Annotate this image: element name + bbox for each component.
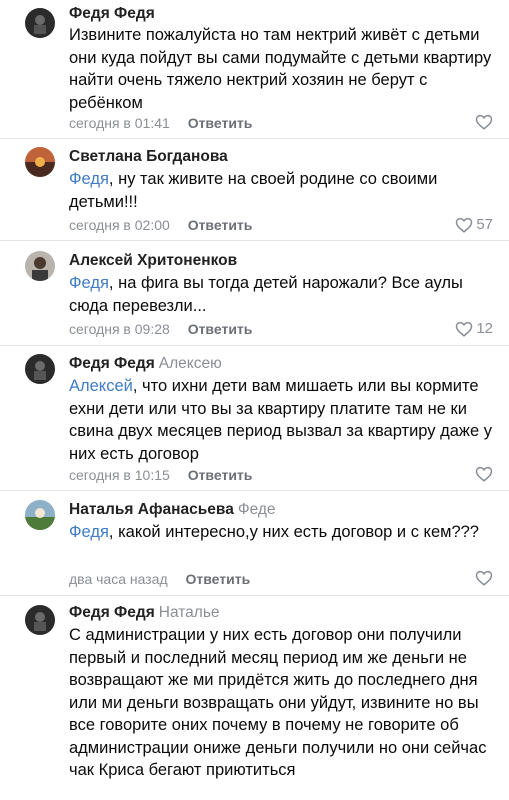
comment-author[interactable]: Алексей Хритоненков: [69, 251, 237, 271]
like-button[interactable]: 57: [455, 216, 493, 234]
reply-to-label[interactable]: Алексею: [159, 355, 222, 372]
like-button[interactable]: 12: [455, 320, 493, 338]
reply-to-label[interactable]: Наталье: [159, 604, 220, 621]
author-name[interactable]: Алексей Хритоненков: [69, 252, 237, 269]
heart-outline-icon: [456, 217, 473, 233]
separator: [0, 595, 509, 596]
reply-button[interactable]: Ответить: [188, 217, 253, 233]
comment-time: сегодня в 09:28: [69, 321, 170, 337]
like-button[interactable]: [475, 466, 493, 482]
comment-author[interactable]: Светлана Богданова: [69, 147, 228, 167]
comment-text: Федя, на фига вы тогда детей нарожали? В…: [69, 272, 497, 317]
comment-text: Федя, какой интересно,у них есть договор…: [69, 521, 497, 544]
comment-author[interactable]: Наталья Афанасьева Феде: [69, 500, 276, 520]
author-name[interactable]: Федя Федя: [69, 355, 155, 372]
author-name[interactable]: Светлана Богданова: [69, 148, 228, 165]
like-count: 12: [476, 320, 493, 337]
avatar[interactable]: [25, 251, 55, 281]
comment-time: сегодня в 10:15: [69, 467, 170, 483]
heart-outline-icon: [475, 114, 493, 130]
heart-outline-icon: [475, 570, 493, 586]
like-button[interactable]: [475, 114, 493, 130]
like-button[interactable]: [475, 570, 493, 586]
comment-meta: сегодня в 10:15 Ответить: [69, 466, 252, 484]
reply-button[interactable]: Ответить: [188, 115, 253, 131]
comment-text: Федя, ну так живите на своей родине со с…: [69, 168, 497, 213]
comment-text: Алексей, что ихни дети вам мишаеть или в…: [69, 375, 497, 465]
reply-button[interactable]: Ответить: [188, 467, 253, 483]
mention-link[interactable]: Федя: [69, 274, 109, 292]
avatar[interactable]: [25, 147, 55, 177]
separator: [0, 345, 509, 346]
comment-time: два часа назад: [69, 571, 168, 587]
mention-link[interactable]: Федя: [69, 170, 109, 188]
comment-meta: сегодня в 09:28 Ответить: [69, 320, 252, 338]
comment-time: сегодня в 01:41: [69, 115, 170, 131]
comment-body: Извините пожалуйста но там нектрий живёт…: [69, 26, 492, 112]
comment-meta: сегодня в 01:41 Ответить: [69, 114, 252, 132]
like-count: 57: [476, 216, 493, 233]
comment-time: сегодня в 02:00: [69, 217, 170, 233]
separator: [0, 240, 509, 241]
heart-outline-icon: [456, 321, 473, 337]
avatar[interactable]: [25, 8, 55, 38]
comment-author[interactable]: Федя Федя Наталье: [69, 603, 220, 623]
comment-meta: два часа назад Ответить: [69, 570, 250, 588]
comment-body: , какой интересно,у них есть договор и с…: [108, 523, 479, 541]
comment-body: , что ихни дети вам мишаеть или вы корми…: [69, 377, 492, 463]
comment-meta: сегодня в 02:00 Ответить: [69, 216, 252, 234]
author-name[interactable]: Наталья Афанасьева: [69, 501, 234, 518]
comment-author[interactable]: Федя Федя Алексею: [69, 354, 222, 374]
author-name[interactable]: Федя Федя: [69, 5, 155, 22]
mention-link[interactable]: Алексей: [69, 377, 133, 395]
comment-text: Извините пожалуйста но там нектрий живёт…: [69, 24, 497, 114]
comment-body: , на фига вы тогда детей нарожали? Все а…: [69, 274, 463, 315]
reply-button[interactable]: Ответить: [188, 321, 253, 337]
comment-body: С администрации у них есть договор они п…: [69, 626, 487, 779]
avatar[interactable]: [25, 605, 55, 635]
separator: [0, 138, 509, 139]
avatar[interactable]: [25, 354, 55, 384]
comment-body: , ну так живите на своей родине со своим…: [69, 170, 438, 211]
reply-button[interactable]: Ответить: [186, 571, 251, 587]
comment-author[interactable]: Федя Федя: [69, 4, 155, 24]
avatar[interactable]: [25, 500, 55, 530]
separator: [0, 490, 509, 491]
mention-link[interactable]: Федя: [69, 523, 109, 541]
author-name[interactable]: Федя Федя: [69, 604, 155, 621]
reply-to-label[interactable]: Феде: [238, 501, 276, 518]
comment-text: С администрации у них есть договор они п…: [69, 624, 497, 782]
heart-outline-icon: [475, 466, 493, 482]
